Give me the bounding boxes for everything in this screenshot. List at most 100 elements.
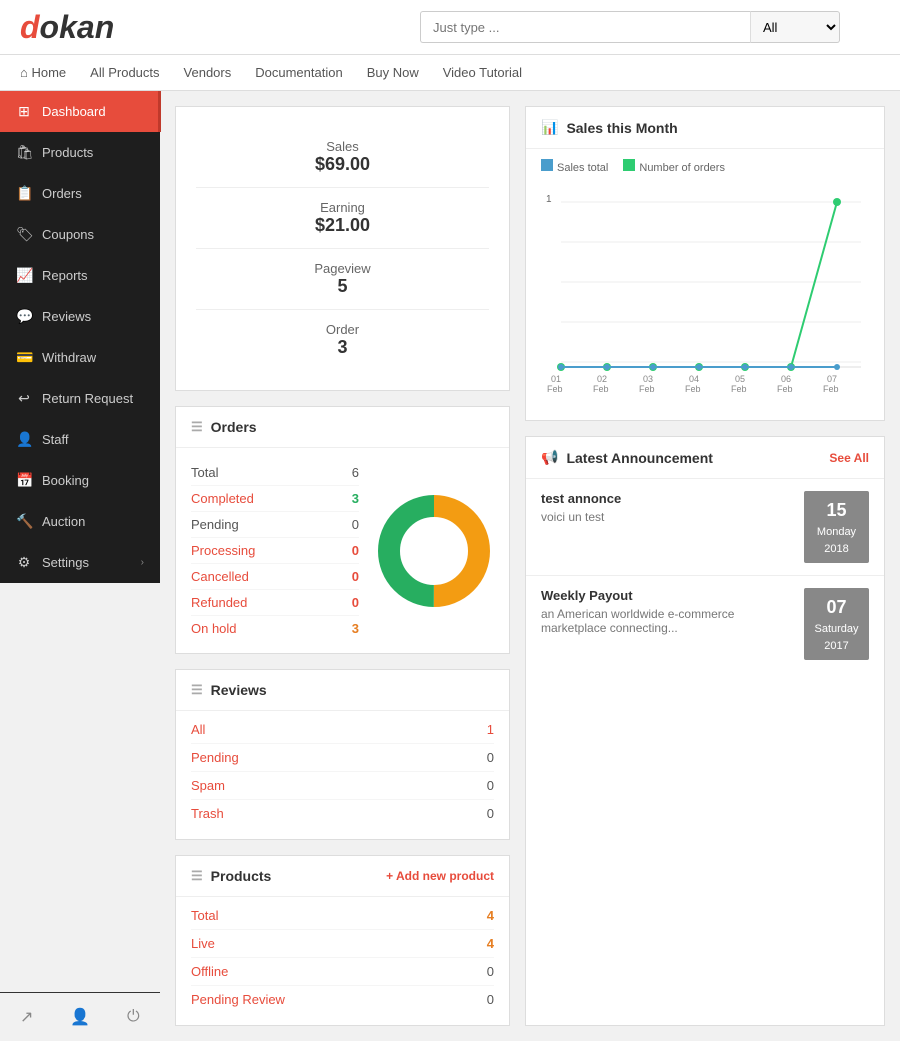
ann-year-0: 2018 <box>824 543 848 555</box>
ann-item-date-1: 07 Saturday 2017 <box>804 588 869 660</box>
external-link-button[interactable]: ↗ <box>0 993 53 1041</box>
product-row-total: Total 4 <box>191 902 494 930</box>
sidebar-item-label-reviews: Reviews <box>42 309 91 324</box>
order-completed-link[interactable]: Completed <box>191 491 254 506</box>
chart-legend: Sales total Number of orders <box>541 159 869 174</box>
review-row-pending: Pending 0 <box>191 744 494 772</box>
stat-pageview: Pageview 5 <box>196 249 489 310</box>
ann-title-text: Latest Announcement <box>566 450 713 466</box>
sidebar-item-label-coupons: Coupons <box>42 227 94 242</box>
logo-d: d <box>20 9 40 46</box>
products-header-icon: ☰ <box>191 868 203 884</box>
review-spam-link[interactable]: Spam <box>191 778 225 793</box>
announcements-card: 📢 Latest Announcement See All test annon… <box>525 436 885 1026</box>
product-offline-link[interactable]: Offline <box>191 964 228 979</box>
nav-item-all-products[interactable]: All Products <box>78 55 171 91</box>
sidebar-item-return-request[interactable]: ↩ Return Request <box>0 378 160 419</box>
search-input[interactable] <box>420 11 750 43</box>
sidebar-item-coupons[interactable]: 🏷 Coupons <box>0 214 160 255</box>
sidebar-bottom: ↗ 👤 ⏻ <box>0 992 160 1041</box>
sidebar-item-dashboard[interactable]: ⊞ Dashboard <box>0 91 160 132</box>
sidebar-item-withdraw[interactable]: 💳 Withdraw <box>0 337 160 378</box>
order-label: Order <box>196 322 489 337</box>
settings-icon: ⚙ <box>16 554 32 571</box>
order-processing-count: 0 <box>352 543 359 558</box>
review-trash-link[interactable]: Trash <box>191 806 224 821</box>
announcements-header: 📢 Latest Announcement See All <box>526 437 884 479</box>
nav-item-vendors[interactable]: Vendors <box>172 55 244 91</box>
left-panel: Sales $69.00 Earning $21.00 Pageview 5 O… <box>175 106 510 1026</box>
reviews-body: All 1 Pending 0 Spam 0 Trash 0 <box>176 711 509 839</box>
order-value: 3 <box>196 337 489 358</box>
review-pending-link[interactable]: Pending <box>191 750 239 765</box>
svg-text:Feb: Feb <box>639 384 655 394</box>
review-trash-count: 0 <box>487 806 494 821</box>
order-completed-count: 3 <box>352 491 359 506</box>
order-total-count: 6 <box>352 465 359 480</box>
user-button[interactable]: 👤 <box>53 993 106 1041</box>
nav-item-buy-now[interactable]: Buy Now <box>355 55 431 91</box>
review-row-spam: Spam 0 <box>191 772 494 800</box>
auction-icon: 🔨 <box>16 513 32 530</box>
sidebar-item-products[interactable]: 🛍 Products <box>0 132 160 173</box>
order-refunded-link[interactable]: Refunded <box>191 595 247 610</box>
staff-icon: 👤 <box>16 431 32 448</box>
search-select[interactable]: All Products Orders <box>750 11 840 43</box>
sidebar-item-settings[interactable]: ⚙ Settings › <box>0 542 160 583</box>
svg-text:07: 07 <box>827 374 837 384</box>
reviews-header: ☰ Reviews <box>176 670 509 711</box>
reviews-card: ☰ Reviews All 1 Pending 0 Spam 0 <box>175 669 510 840</box>
review-all-link[interactable]: All <box>191 722 205 737</box>
right-panel: 📊 Sales this Month Sales total Number of… <box>525 106 885 1026</box>
nav-item-video-tutorial[interactable]: Video Tutorial <box>431 55 534 91</box>
product-total-link[interactable]: Total <box>191 908 218 923</box>
svg-text:05: 05 <box>735 374 745 384</box>
product-pending-review-link[interactable]: Pending Review <box>191 992 285 1007</box>
order-onhold-link[interactable]: On hold <box>191 621 237 636</box>
sidebar-item-label-orders: Orders <box>42 186 82 201</box>
power-button[interactable]: ⏻ <box>107 993 160 1041</box>
order-cancelled-count: 0 <box>352 569 359 584</box>
order-processing-link[interactable]: Processing <box>191 543 255 558</box>
svg-text:06: 06 <box>781 374 791 384</box>
orders-body: Total 6 Completed 3 Pending 0 Processi <box>176 448 509 653</box>
sidebar-item-booking[interactable]: 📅 Booking <box>0 460 160 501</box>
nav-item-home[interactable]: ⌂ Home <box>20 55 78 91</box>
legend-blue-box: Sales total <box>541 159 608 174</box>
sidebar-item-reports[interactable]: 📈 Reports <box>0 255 160 296</box>
product-row-pending-review: Pending Review 0 <box>191 986 494 1013</box>
ann-item-title-1: Weekly Payout <box>541 588 792 603</box>
review-row-all: All 1 <box>191 716 494 744</box>
sales-chart-header: 📊 Sales this Month <box>526 107 884 149</box>
top-header: dokan All Products Orders <box>0 0 900 55</box>
order-cancelled-link[interactable]: Cancelled <box>191 569 249 584</box>
see-all-link[interactable]: See All <box>829 451 869 465</box>
nav-item-documentation[interactable]: Documentation <box>243 55 354 91</box>
product-live-link[interactable]: Live <box>191 936 215 951</box>
svg-text:03: 03 <box>643 374 653 384</box>
legend-green-box: Number of orders <box>623 159 725 174</box>
add-product-link[interactable]: + Add new product <box>386 869 494 883</box>
products-card-header: ☰ Products + Add new product <box>176 856 509 897</box>
earning-value: $21.00 <box>196 215 489 236</box>
svg-text:Feb: Feb <box>731 384 747 394</box>
ann-content-1: Weekly Payout an American worldwide e-co… <box>541 588 792 660</box>
content: Sales $69.00 Earning $21.00 Pageview 5 O… <box>160 91 900 1041</box>
ann-item-date-0: 15 Monday 2018 <box>804 491 869 563</box>
order-row-processing: Processing 0 <box>191 538 359 564</box>
reviews-title: Reviews <box>211 682 267 698</box>
order-refunded-count: 0 <box>352 595 359 610</box>
sidebar-item-staff[interactable]: 👤 Staff <box>0 419 160 460</box>
sidebar-item-reviews[interactable]: 💬 Reviews <box>0 296 160 337</box>
sidebar-item-orders[interactable]: 📋 Orders <box>0 173 160 214</box>
svg-text:Feb: Feb <box>777 384 793 394</box>
ann-item-title-0: test annonce <box>541 491 792 506</box>
sales-chart-svg: 1 <box>541 182 866 412</box>
ann-item-desc-0: voici un test <box>541 510 792 524</box>
sales-label: Sales <box>196 139 489 154</box>
product-pending-review-count: 0 <box>487 992 494 1007</box>
orders-card: ☰ Orders Total 6 Completed 3 <box>175 406 510 654</box>
ann-item-desc-1: an American worldwide e-commerce marketp… <box>541 607 792 635</box>
sidebar-item-auction[interactable]: 🔨 Auction <box>0 501 160 542</box>
pageview-value: 5 <box>196 276 489 297</box>
